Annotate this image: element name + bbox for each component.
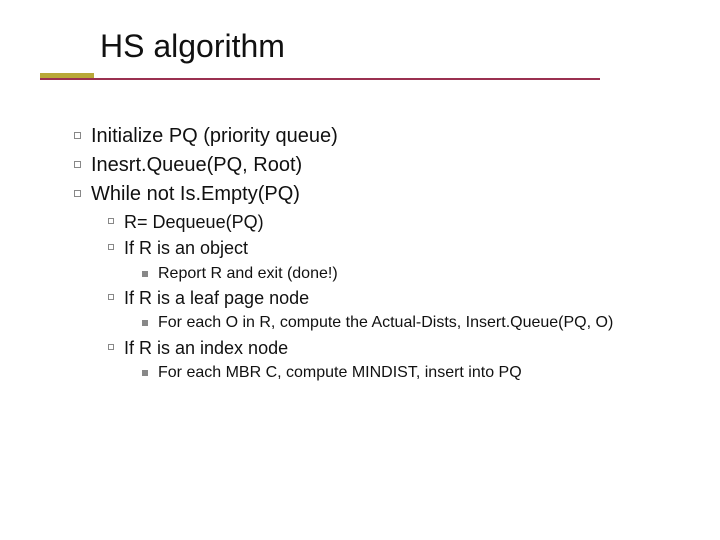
line-text: Initialize PQ (priority queue) xyxy=(91,123,338,150)
line-lvl2: If R is an object xyxy=(108,236,680,260)
line-lvl2: If R is a leaf page node xyxy=(108,286,680,310)
accent-line xyxy=(40,78,600,80)
line-lvl2: R= Dequeue(PQ) xyxy=(108,210,680,234)
line-lvl3: For each MBR C, compute MINDIST, insert … xyxy=(142,362,680,384)
square-bullet-icon xyxy=(74,190,81,197)
line-text: If R is a leaf page node xyxy=(124,286,309,310)
line-lvl3: Report R and exit (done!) xyxy=(142,263,680,285)
slide-title: HS algorithm xyxy=(100,28,680,65)
line-text: If R is an index node xyxy=(124,336,288,360)
dot-bullet-icon xyxy=(142,271,148,277)
line-lvl1: Inesrt.Queue(PQ, Root) xyxy=(74,152,680,179)
line-text: For each O in R, compute the Actual-Dist… xyxy=(158,312,613,334)
square-bullet-icon xyxy=(108,344,114,350)
line-text: Report R and exit (done!) xyxy=(158,263,338,285)
square-bullet-icon xyxy=(108,244,114,250)
square-bullet-icon xyxy=(108,218,114,224)
dot-bullet-icon xyxy=(142,320,148,326)
line-lvl2: If R is an index node xyxy=(108,336,680,360)
square-bullet-icon xyxy=(74,132,81,139)
dot-bullet-icon xyxy=(142,370,148,376)
title-underline xyxy=(40,73,680,85)
square-bullet-icon xyxy=(108,294,114,300)
line-lvl1: Initialize PQ (priority queue) xyxy=(74,123,680,150)
content-body: Initialize PQ (priority queue) Inesrt.Qu… xyxy=(74,123,680,384)
line-lvl1: While not Is.Empty(PQ) xyxy=(74,181,680,208)
line-text: For each MBR C, compute MINDIST, insert … xyxy=(158,362,522,384)
line-text: If R is an object xyxy=(124,236,248,260)
line-text: Inesrt.Queue(PQ, Root) xyxy=(91,152,302,179)
square-bullet-icon xyxy=(74,161,81,168)
slide: HS algorithm Initialize PQ (priority que… xyxy=(0,0,720,426)
line-text: While not Is.Empty(PQ) xyxy=(91,181,300,208)
line-text: R= Dequeue(PQ) xyxy=(124,210,264,234)
line-lvl3: For each O in R, compute the Actual-Dist… xyxy=(142,312,680,334)
